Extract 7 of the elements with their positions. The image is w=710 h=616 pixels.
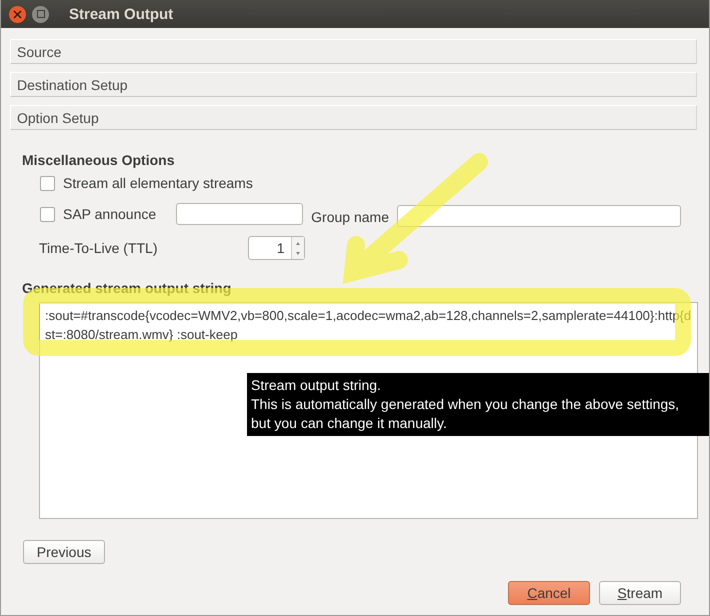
window-title: Stream Output bbox=[69, 6, 174, 22]
checkbox-label: Stream all elementary streams bbox=[63, 175, 253, 191]
tooltip: Stream output string. This is automatically generated when you change the above settings, but you can change it manually. bbox=[247, 373, 709, 436]
section-heading: Miscellaneous Options bbox=[22, 152, 176, 168]
field-label: Group name bbox=[311, 209, 389, 225]
checkbox-label: SAP announce bbox=[63, 206, 156, 222]
field-label: Time-To-Live (TTL) bbox=[39, 240, 158, 256]
